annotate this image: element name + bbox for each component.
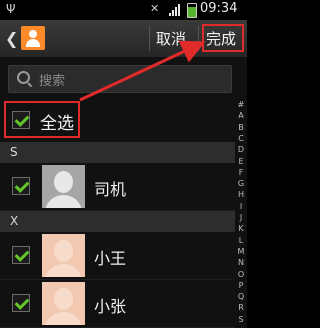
contacts-app-icon[interactable] (21, 26, 45, 50)
search-row: 搜索 (0, 57, 247, 98)
index-letter[interactable]: A (235, 111, 247, 120)
section-letter: X (10, 214, 19, 228)
index-letter[interactable]: H (235, 190, 247, 199)
avatar (42, 234, 85, 277)
index-letter[interactable]: B (235, 123, 247, 132)
index-letter[interactable]: R (235, 303, 247, 312)
battery-icon (187, 3, 197, 18)
contact-name: 小王 (94, 249, 127, 268)
avatar (42, 282, 85, 325)
search-icon (17, 71, 30, 84)
contact-name: 小张 (94, 297, 127, 316)
index-letter[interactable]: C (235, 134, 247, 143)
contact-row[interactable]: 小王 (0, 232, 235, 280)
index-letter[interactable]: E (235, 157, 247, 166)
contact-checkbox[interactable] (12, 177, 30, 195)
done-highlight-box (202, 24, 244, 52)
signal-icon (169, 4, 183, 16)
clock: 09:34 (200, 1, 238, 16)
index-letter[interactable]: J (235, 213, 247, 222)
mute-icon: ✕ (150, 2, 160, 15)
index-letter[interactable]: N (235, 258, 247, 267)
index-letter[interactable]: L (235, 236, 247, 245)
index-letter[interactable]: F (235, 168, 247, 177)
index-letter[interactable]: D (235, 145, 247, 154)
back-icon[interactable]: ❮ (5, 29, 18, 48)
index-letter[interactable]: Q (235, 292, 247, 301)
index-letter[interactable]: O (235, 270, 247, 279)
contact-checkbox[interactable] (12, 294, 30, 312)
section-letter: S (10, 145, 18, 159)
index-letter[interactable]: M (235, 247, 247, 256)
divider (198, 26, 199, 51)
contact-row[interactable]: 司机 (0, 163, 235, 211)
status-bar: Ψ ✕ 09:34 (0, 0, 247, 20)
search-placeholder: 搜索 (39, 74, 66, 89)
section-header-x: X (0, 211, 235, 232)
index-letter[interactable]: I (235, 202, 247, 211)
index-letter[interactable]: # (235, 100, 247, 109)
cancel-button[interactable]: 取消 (156, 28, 186, 49)
search-input[interactable]: 搜索 (8, 65, 232, 93)
index-letter[interactable]: S (235, 315, 247, 324)
divider (149, 26, 150, 51)
alphabet-index-bar[interactable]: # A B C D E F G H I J K L M N O P Q R S (235, 98, 247, 328)
index-letter[interactable]: G (235, 179, 247, 188)
index-letter[interactable]: K (235, 224, 247, 233)
section-header-s: S (0, 142, 235, 163)
contact-checkbox[interactable] (12, 246, 30, 264)
contact-row[interactable]: 小张 (0, 280, 235, 328)
index-letter[interactable]: P (235, 281, 247, 290)
select-all-highlight-box (4, 101, 80, 138)
avatar (42, 165, 85, 208)
contact-name: 司机 (94, 180, 127, 199)
usb-icon: Ψ (6, 2, 16, 16)
